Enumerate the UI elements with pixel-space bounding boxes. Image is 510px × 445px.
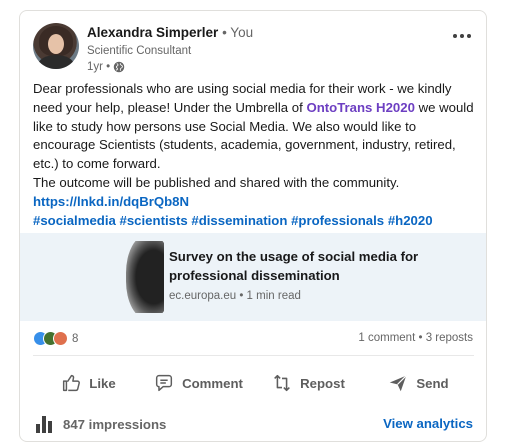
author-headline: Scientific Consultant	[87, 45, 192, 57]
post-line: need your help, please! Under the Umbrel…	[33, 99, 478, 118]
comment-icon	[156, 374, 173, 392]
article-title-line: professional dissemination	[169, 268, 340, 283]
like-button[interactable]: Like	[33, 364, 143, 402]
more-options-icon[interactable]	[450, 27, 474, 45]
send-label: Send	[416, 375, 449, 391]
view-analytics-link[interactable]: View analytics	[383, 416, 473, 431]
send-icon	[390, 375, 408, 392]
post-age: 1yr •	[87, 61, 111, 73]
post-header: Alexandra Simperler • You Scientific Con…	[33, 23, 474, 73]
analytics-bar-icon	[36, 416, 52, 433]
like-icon	[63, 374, 81, 392]
repost-button[interactable]: Repost	[253, 364, 363, 402]
comment-label: Comment	[182, 375, 243, 391]
post-text-span: we would	[414, 99, 474, 115]
hashtag-line: #socialmedia #scientists #dissemination …	[33, 212, 478, 231]
post-footer: 847 impressions View analytics	[33, 412, 473, 436]
author-name[interactable]: Alexandra Simperler	[87, 25, 218, 40]
divider	[33, 355, 474, 356]
comment-button[interactable]: Comment	[143, 364, 253, 402]
post-card: Alexandra Simperler • You Scientific Con…	[19, 10, 487, 442]
article-thumbnail	[104, 241, 164, 313]
post-meta: 1yr •	[87, 59, 253, 75]
comments-reposts-count[interactable]: 1 comment • 3 reposts	[358, 332, 473, 344]
post-line: etc.) to come forward.	[33, 156, 161, 172]
hashtag-link[interactable]: #h2020	[388, 213, 433, 228]
hashtag-link[interactable]: #dissemination	[191, 213, 287, 228]
author-name-line: Alexandra Simperler • You	[87, 24, 253, 42]
post-text-span: need your help, please! Under the Umbrel…	[33, 99, 307, 115]
like-label: Like	[89, 375, 116, 391]
globe-icon	[113, 61, 125, 73]
love-reaction-icon	[53, 331, 68, 346]
reaction-count: 8	[72, 332, 79, 345]
reactions-summary[interactable]: 8	[33, 331, 78, 346]
mention-link[interactable]: OntoTrans H2020	[306, 100, 414, 115]
action-bar: Like Comment Repost Send	[33, 364, 473, 402]
article-source: ec.europa.eu • 1 min read	[169, 290, 301, 302]
impressions-count: 847 impressions	[63, 416, 167, 432]
article-title: Survey on the usage of social media for …	[169, 247, 459, 285]
post-line: like to study how persons use Social Med…	[33, 118, 417, 134]
post-text: Dear professionals who are using social …	[33, 80, 478, 230]
hashtag-link[interactable]: #professionals	[291, 213, 384, 228]
post-line: Dear professionals who are using social …	[33, 81, 452, 96]
post-line: https://lnkd.in/dqBrQb8N	[33, 193, 478, 212]
hashtag-link[interactable]: #socialmedia	[33, 213, 116, 228]
article-preview[interactable]: Survey on the usage of social media for …	[20, 233, 486, 321]
avatar[interactable]	[33, 23, 79, 69]
repost-icon	[274, 374, 291, 392]
social-counts: 8 1 comment • 3 reposts	[33, 329, 473, 349]
author-relation: • You	[222, 25, 254, 40]
hashtag-link[interactable]: #scientists	[120, 213, 188, 228]
post-line: encourage Scientists (students, academia…	[33, 137, 456, 153]
impressions-summary[interactable]: 847 impressions	[35, 415, 166, 433]
author-info: Alexandra Simperler • You Scientific Con…	[87, 24, 253, 75]
short-link[interactable]: https://lnkd.in/dqBrQb8N	[33, 194, 189, 209]
article-title-line: Survey on the usage of social media for	[169, 249, 419, 264]
post-line: The outcome will be published and shared…	[33, 174, 400, 190]
repost-label: Repost	[300, 375, 345, 391]
send-button[interactable]: Send	[363, 364, 473, 402]
